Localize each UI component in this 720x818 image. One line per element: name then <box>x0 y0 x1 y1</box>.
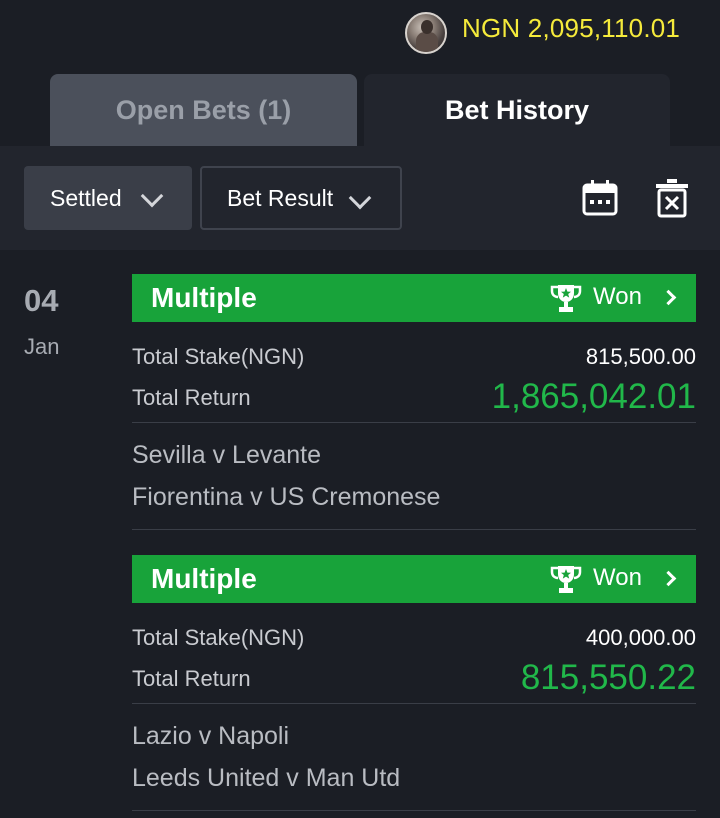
match-name: Lazio v Napoli <box>132 722 290 750</box>
bet-header[interactable]: Multiple Won <box>132 274 696 322</box>
match-name: Fiorentina v US Cremonese <box>132 483 441 511</box>
total-return-label: Total Return <box>132 385 251 410</box>
avatar[interactable] <box>405 12 447 54</box>
divider <box>132 529 696 530</box>
tab-bet-history[interactable]: Bet History <box>364 74 670 146</box>
chevron-down-icon <box>140 184 164 208</box>
tab-open-bets[interactable]: Open Bets (1) <box>50 74 357 146</box>
total-stake-value: 400,000.00 <box>585 625 696 650</box>
chevron-right-icon <box>660 570 677 587</box>
match-name: Leeds United v Man Utd <box>132 764 401 792</box>
total-return-label: Total Return <box>132 666 251 691</box>
divider <box>132 810 696 811</box>
total-return-value: 1,865,042.01 <box>491 377 696 416</box>
bet-result-dropdown-label: Bet Result <box>227 184 334 211</box>
bet-card[interactable]: Multiple Won Total Stake(NGN) 815,500.00… <box>132 274 696 530</box>
divider <box>132 703 696 704</box>
calendar-icon[interactable] <box>582 180 618 216</box>
avatar-figure <box>416 32 438 52</box>
date-month: Jan <box>24 334 60 359</box>
chevron-down-icon <box>348 186 372 210</box>
bet-tabs: Open Bets (1) Bet History <box>0 74 720 146</box>
divider <box>132 422 696 423</box>
bet-header[interactable]: Multiple Won <box>132 555 696 603</box>
total-stake-label: Total Stake(NGN) <box>132 344 305 369</box>
bet-result-dropdown[interactable]: Bet Result <box>200 166 402 230</box>
settled-dropdown[interactable]: Settled <box>24 166 192 230</box>
trophy-icon <box>550 566 582 593</box>
bet-type: Multiple <box>151 282 257 313</box>
total-stake-value: 815,500.00 <box>585 344 696 369</box>
bet-history-list: 04 Jan Multiple Won Total Stake(NGN) 815… <box>0 250 720 818</box>
top-bar: NGN 2,095,110.01 <box>0 0 720 60</box>
bet-card[interactable]: Multiple Won Total Stake(NGN) 400,000.00… <box>132 555 696 815</box>
settled-dropdown-label: Settled <box>50 184 122 211</box>
account-balance: NGN 2,095,110.01 <box>462 13 681 43</box>
total-return-value: 815,550.22 <box>520 658 696 697</box>
bet-type: Multiple <box>151 563 257 594</box>
avatar-head <box>421 20 433 34</box>
trophy-icon <box>550 285 582 312</box>
date-day: 04 <box>24 283 59 318</box>
bet-status: Won <box>593 283 642 310</box>
chevron-right-icon <box>660 289 677 306</box>
match-name: Sevilla v Levante <box>132 441 322 469</box>
bet-status: Won <box>593 564 642 591</box>
total-stake-label: Total Stake(NGN) <box>132 625 305 650</box>
trash-icon[interactable] <box>655 178 689 218</box>
